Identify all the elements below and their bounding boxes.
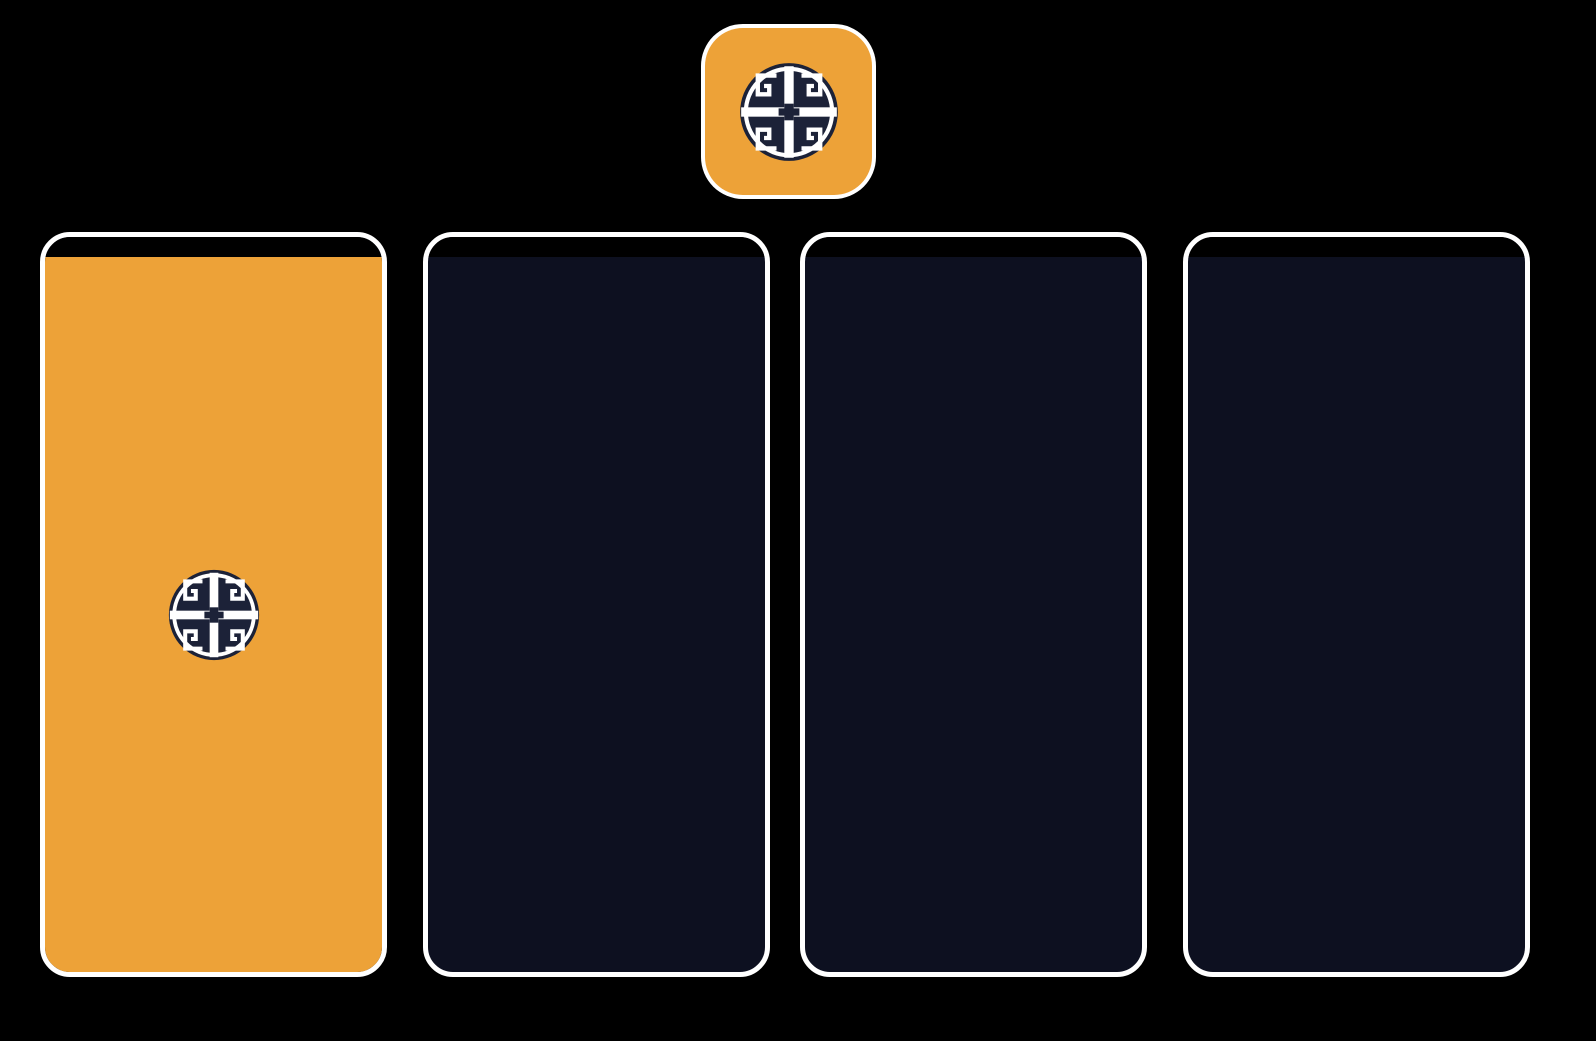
phone-mockup-splash [40, 232, 387, 977]
phone-notch [805, 237, 1142, 257]
phone-notch [428, 237, 765, 257]
shou-feng-shui-icon [737, 60, 841, 164]
phone-notch [45, 237, 382, 257]
phone-mockup-upload: ✓ Profile 2 Upload 3 Analize Rotate imag… [800, 232, 1147, 977]
phone-mockup-home: Feng Shui Smart Classic Bagua A smart to… [423, 232, 770, 977]
app-icon[interactable] [705, 28, 872, 195]
phone-notch [1188, 237, 1525, 257]
phone-mockup-zodiac: Your chinese zodiac is [1183, 232, 1530, 977]
splash-screen [45, 257, 382, 972]
screenshot-stage: Feng Shui Smart Classic Bagua A smart to… [0, 0, 1596, 1041]
shou-feng-shui-icon [166, 567, 262, 663]
